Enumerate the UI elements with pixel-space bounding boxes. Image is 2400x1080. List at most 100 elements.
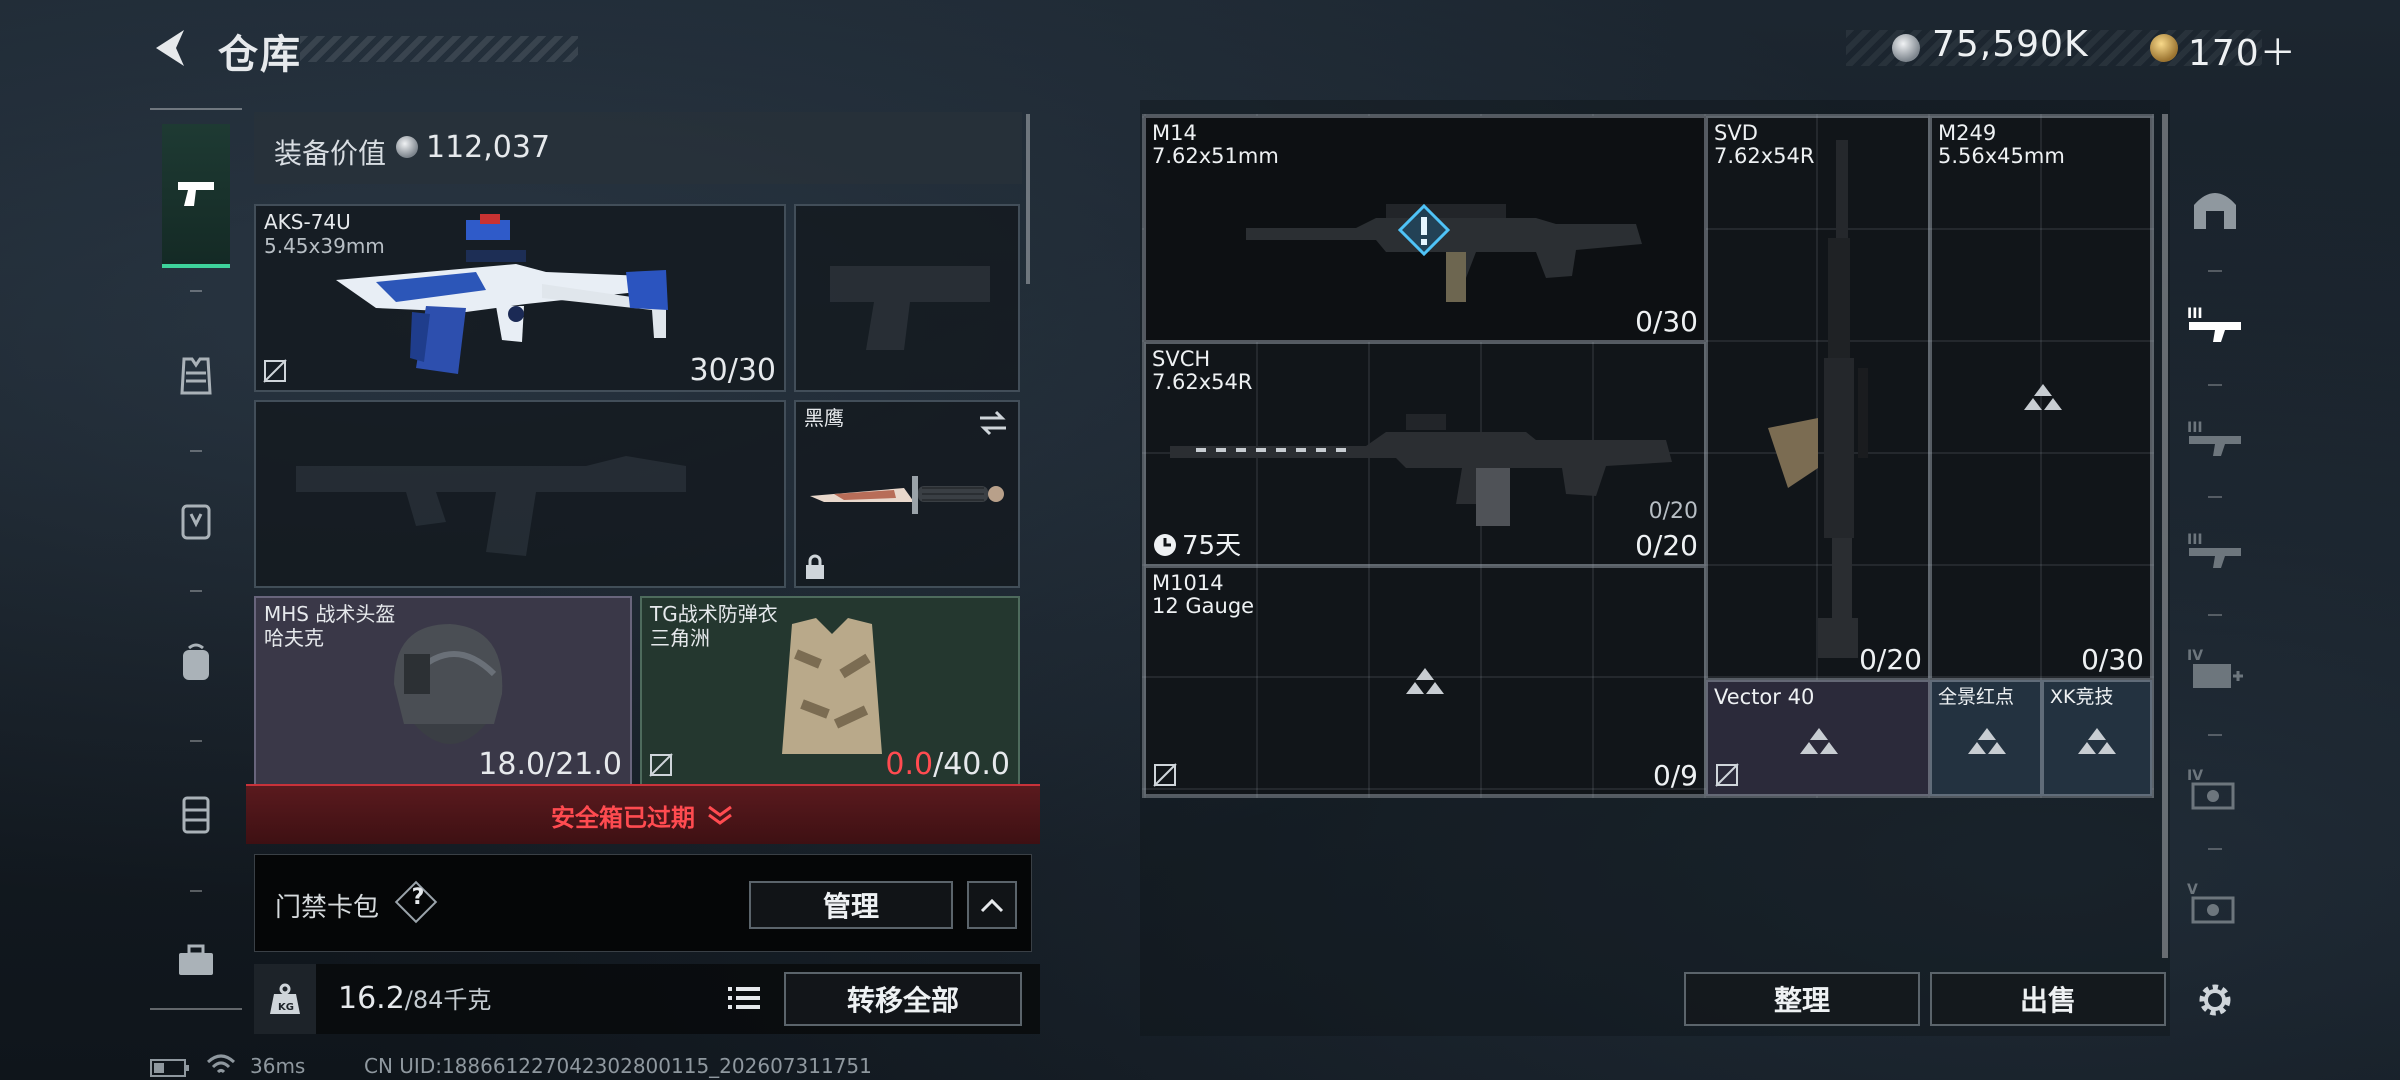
category-vest[interactable] [162, 306, 230, 446]
side-tab-case-5[interactable]: V [2180, 854, 2250, 950]
coin-icon [396, 136, 418, 158]
side-tab-medkit[interactable]: IV [2180, 620, 2250, 716]
helmet-durability: 18.0/21.0 [478, 747, 622, 782]
pistol-silhouette-icon [830, 266, 990, 350]
stash-item-m249[interactable]: M249 5.56x45mm 0/30 [1930, 116, 2152, 680]
svg-text:III: III [2187, 532, 2203, 548]
settings-icon [2199, 984, 2231, 1016]
weight-current: 16.2 [338, 981, 405, 1016]
helmet-slot[interactable]: MHS 战术头盔 哈夫克 18.0/21.0 [254, 596, 632, 786]
armor-slot[interactable]: TG战术防弹衣 三角洲 0.0/40.0 [640, 596, 1020, 786]
side-tab-rifle-b[interactable]: III [2180, 502, 2250, 598]
chevron-down-icon [708, 805, 732, 825]
category-weapons[interactable] [162, 124, 230, 268]
equipment-value-amount: 112,037 [426, 130, 551, 165]
svg-text:KG: KG [278, 1002, 294, 1013]
stash-item-vector40[interactable]: Vector 40 [1706, 680, 1930, 796]
rifle-tab-3b-icon: III [2187, 532, 2241, 568]
triangle-placeholder-icon [2024, 384, 2062, 410]
armor-vest-image [782, 618, 882, 754]
side-tab-case-4[interactable]: IV [2180, 740, 2250, 836]
armor-durability-current: 0.0 [885, 747, 934, 782]
currency-secondary[interactable]: 170＋ [2188, 24, 2297, 76]
no-transfer-icon [1153, 763, 1177, 787]
list-icon [728, 987, 760, 1009]
item-name: SVCH [1152, 347, 1211, 371]
weight-bar: KG 16.2/84千克 转移全部 [254, 964, 1040, 1034]
chest-rig-icon [182, 796, 210, 834]
item-count: 0/20 [1635, 529, 1698, 562]
no-transfer-icon [1715, 763, 1739, 787]
alert-icon [1398, 204, 1450, 256]
toolbox-icon [179, 944, 213, 975]
svg-text:IV: IV [2187, 768, 2203, 784]
helmet-image [394, 624, 503, 744]
secondary-weapon-slot[interactable] [254, 400, 786, 588]
side-tab-sniper[interactable]: III [2180, 276, 2250, 372]
item-name: Vector 40 [1714, 685, 1815, 709]
rifle-tab-3-icon: III [2187, 420, 2241, 456]
no-transfer-icon [263, 359, 287, 383]
stash-item-m1014[interactable]: M1014 12 Gauge 0/9 [1144, 566, 1706, 796]
melee-name: 黑鹰 [804, 406, 844, 430]
rifle-silhouette-icon [296, 456, 686, 556]
stash-item-m14[interactable]: M14 7.62x51mm 0/30 [1144, 116, 1706, 342]
lock-icon [806, 554, 824, 579]
stash-item-xk-competitive[interactable]: XK竞技 [2042, 680, 2152, 796]
list-view-button[interactable] [724, 976, 764, 1020]
stash-item-svd[interactable]: SVD 7.62x54R 0/20 [1706, 116, 1930, 680]
gold-coin-icon [2150, 34, 2178, 62]
stash-item-svch[interactable]: SVCH 7.62x54R 0/20 75天 0/20 [1144, 342, 1706, 566]
stash-scrollbar[interactable] [2162, 114, 2168, 958]
primary-weapon-slot[interactable]: AKS-74U 5.45x39mm 30/30 [254, 204, 786, 392]
item-name: M14 [1152, 121, 1197, 145]
triangle-placeholder-icon [1800, 728, 1838, 754]
swap-icon[interactable] [978, 410, 1008, 436]
manage-button[interactable]: 管理 [749, 881, 953, 929]
silver-coin-icon [1892, 34, 1920, 62]
category-chest-rig[interactable] [162, 744, 230, 884]
side-tab-rifle-a[interactable]: III [2180, 390, 2250, 486]
settings-button[interactable] [2180, 952, 2250, 1048]
item-count: 0/9 [1652, 759, 1698, 792]
category-armor-bag[interactable] [162, 450, 230, 590]
back-arrow-icon[interactable] [150, 26, 194, 70]
weapon-ammo-count: 30/30 [689, 353, 776, 388]
stash-home-icon [2194, 193, 2236, 229]
currency-primary[interactable]: 75,590K [1932, 24, 2089, 65]
svg-text:V: V [2187, 882, 2198, 898]
category-toolbox[interactable] [162, 890, 230, 1030]
case-tab-4-icon: IV [2187, 768, 2235, 810]
melee-slot[interactable]: 黑鹰 [794, 400, 1020, 588]
side-tab-stash[interactable] [2180, 160, 2250, 256]
stash-side-tabs: III III III IV IV V [2180, 74, 2250, 1034]
aks74u-image [336, 214, 668, 374]
category-bar [150, 108, 242, 1010]
armor-brand: 三角洲 [650, 626, 710, 650]
no-transfer-icon [649, 753, 673, 777]
item-count: 0/20 [1859, 643, 1922, 676]
svch-image [1170, 414, 1672, 526]
pistol-icon [178, 182, 214, 206]
title-decoration [300, 36, 578, 62]
wifi-icon [206, 1054, 236, 1074]
item-caliber: 5.56x45mm [1938, 144, 2065, 168]
item-caliber: 12 Gauge [1152, 594, 1255, 618]
svd-image [1768, 140, 1868, 658]
stash-item-panoramic-red-dot[interactable]: 全景红点 [1930, 680, 2042, 796]
vest-icon [180, 357, 212, 395]
expand-button[interactable] [967, 881, 1017, 929]
sell-button[interactable]: 出售 [1930, 972, 2166, 1026]
safebox-status: 安全箱已过期 [551, 803, 695, 832]
svg-text:IV: IV [2187, 648, 2203, 664]
item-count: 0/30 [2081, 643, 2144, 676]
transfer-all-button[interactable]: 转移全部 [784, 972, 1022, 1026]
safebox-expired-banner[interactable]: 安全箱已过期 [246, 784, 1040, 844]
category-backpack[interactable] [162, 592, 230, 732]
loadout-scrollbar[interactable] [1026, 114, 1030, 284]
sort-button[interactable]: 整理 [1684, 972, 1920, 1026]
keycard-label: 门禁卡包 [275, 893, 380, 923]
item-name: M1014 [1152, 571, 1224, 595]
knife-image [810, 476, 1004, 514]
pistol-slot[interactable] [794, 204, 1020, 392]
